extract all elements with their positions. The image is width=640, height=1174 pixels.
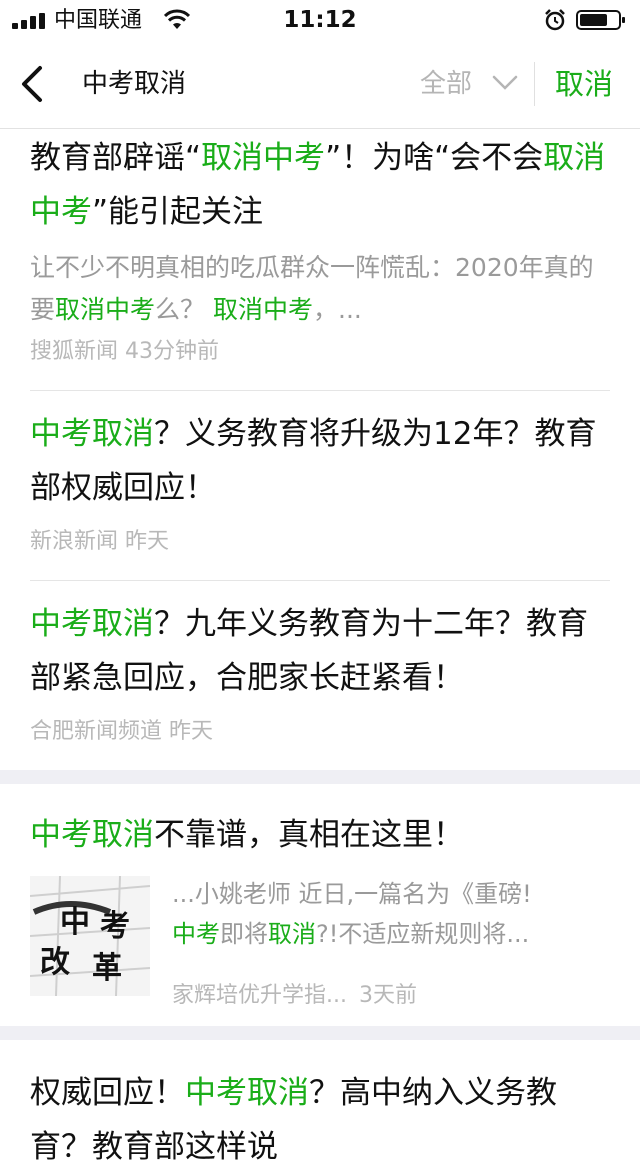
search-results: 教育部辟谣“取消中考”！为啥“会不会取消中考”能引起关注 让不少不明真相的吃瓜群… — [0, 129, 640, 1174]
result-meta: 新浪新闻 昨天 — [30, 527, 610, 557]
result-title: 权威回应！中考取消？高中纳入义务教育？教育部这样说 — [30, 1075, 557, 1165]
search-header: 中考取消 全部 取消 — [0, 40, 640, 129]
result-time: 昨天 — [125, 529, 170, 554]
result-source: 新浪新闻 — [30, 529, 119, 554]
result-body: 中 考 改 革 ...小姚老师 近日,一篇名为《重磅! 中考即将取消?!不适应新… — [30, 876, 610, 1008]
result-source: 合肥新闻频道 — [30, 719, 163, 744]
result-meta: 家辉培优升学指... 3天前 — [172, 976, 612, 1016]
result-meta: 搜狐新闻 43分钟前 — [30, 337, 610, 367]
status-bar: 中国联通 11:12 — [0, 0, 640, 40]
thumb-char: 革 — [92, 951, 122, 986]
result-time: 43分钟前 — [125, 339, 220, 364]
result-title: 中考取消？九年义务教育为十二年？教育部紧急回应，合肥家长赶紧看！ — [30, 606, 588, 696]
thumb-char: 改 — [40, 945, 70, 980]
result-card: 权威回应！中考取消？高中纳入义务教育？教育部这样说 — [0, 1040, 640, 1174]
result-time: 3天前 — [358, 983, 417, 1008]
result-source: 搜狐新闻 — [30, 339, 119, 364]
result-card: 教育部辟谣“取消中考”！为啥“会不会取消中考”能引起关注 让不少不明真相的吃瓜群… — [0, 129, 640, 770]
result-source: 家辉培优升学指... — [172, 983, 347, 1008]
alarm-icon — [545, 9, 565, 31]
thumb-char: 中 — [60, 905, 90, 940]
result-item[interactable]: 教育部辟谣“取消中考”！为啥“会不会取消中考”能引起关注 让不少不明真相的吃瓜群… — [30, 129, 610, 391]
result-time: 昨天 — [169, 719, 214, 744]
cancel-button[interactable]: 取消 — [555, 64, 613, 104]
thumb-char: 考 — [100, 909, 130, 944]
result-card: 中考取消不靠谱，真相在这里！ 中 考 改 革 ...小姚老师 近日,一篇名为《重… — [0, 784, 640, 1026]
result-item[interactable]: 中考取消？义务教育将升级为12年？教育部权威回应！ 新浪新闻 昨天 — [30, 391, 610, 581]
result-meta: 合肥新闻频道 昨天 — [30, 717, 610, 747]
search-query[interactable]: 中考取消 — [82, 66, 186, 102]
header-divider — [534, 62, 535, 106]
result-thumbnail: 中 考 改 革 — [30, 876, 150, 996]
filter-label: 全部 — [420, 69, 473, 99]
result-item[interactable]: 中考取消不靠谱，真相在这里！ 中 考 改 革 ...小姚老师 近日,一篇名为《重… — [30, 784, 610, 1026]
result-snippet: ...小姚老师 近日,一篇名为《重磅! — [172, 880, 532, 908]
result-item[interactable]: 中考取消？九年义务教育为十二年？教育部紧急回应，合肥家长赶紧看！ 合肥新闻频道 … — [30, 581, 610, 770]
result-text-block: ...小姚老师 近日,一篇名为《重磅! 中考即将取消?!不适应新规则将... 家… — [172, 874, 612, 1038]
result-title: 教育部辟谣“取消中考”！为啥“会不会取消中考”能引起关注 — [30, 140, 606, 230]
result-snippet: 中考即将取消?!不适应新规则将... — [172, 920, 530, 948]
result-snippet: 让不少不明真相的吃瓜群众一阵慌乱：2020年真的要取消中考么？ 取消中考，... — [30, 253, 594, 324]
result-title: 中考取消？义务教育将升级为12年？教育部权威回应！ — [30, 416, 597, 506]
chevron-down-icon — [492, 75, 518, 90]
battery-icon — [576, 10, 625, 30]
section-separator — [0, 770, 640, 784]
back-arrow-icon[interactable] — [18, 64, 48, 104]
result-title: 中考取消不靠谱，真相在这里！ — [30, 817, 464, 853]
result-item[interactable]: 权威回应！中考取消？高中纳入义务教育？教育部这样说 — [30, 1040, 610, 1174]
